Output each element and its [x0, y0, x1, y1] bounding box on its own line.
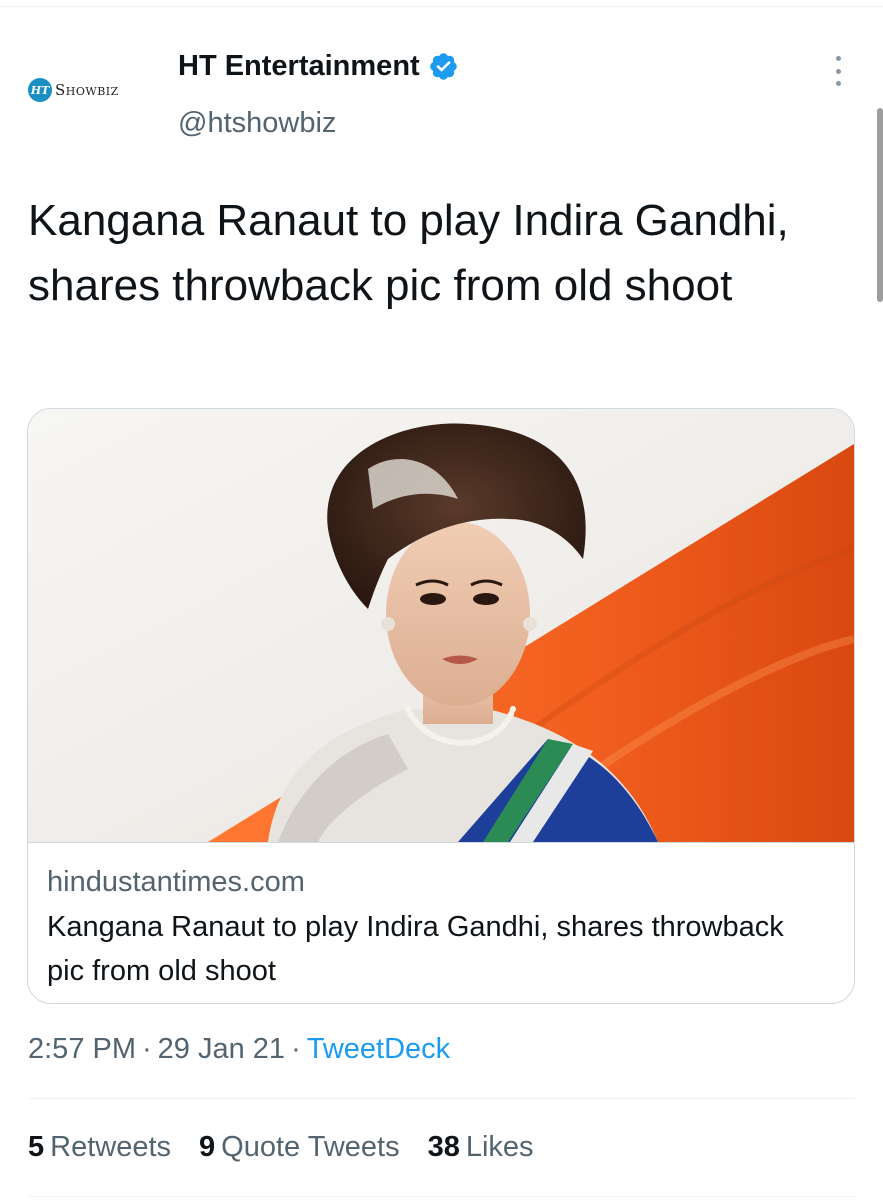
tweet-time[interactable]: 2:57 PM [28, 1033, 136, 1065]
ht-logo-icon: HT [28, 78, 52, 102]
more-dot [835, 56, 841, 61]
likes-count: 38 [427, 1131, 460, 1163]
card-image[interactable] [28, 409, 854, 843]
quote-tweets-count: 9 [199, 1131, 216, 1163]
tweet-text: Kangana Ranaut to play Indira Gandhi, sh… [28, 196, 789, 310]
quote-tweets-label: Quote Tweets [221, 1131, 400, 1163]
link-card[interactable]: hindustantimes.com Kangana Ranaut to pla… [27, 408, 855, 1004]
top-divider [0, 6, 883, 7]
retweets-label: Retweets [50, 1131, 172, 1163]
author-name-row[interactable]: HT Entertainment [178, 50, 459, 83]
avatar-brand-text: Showbiz [55, 81, 119, 99]
likes-stat[interactable]: 38 Likes [428, 1131, 534, 1164]
card-domain[interactable]: hindustantimes.com [47, 866, 305, 899]
tweet-source-link[interactable]: TweetDeck [307, 1033, 450, 1065]
avatar[interactable]: HT Showbiz [28, 60, 152, 120]
card-title[interactable]: Kangana Ranaut to play Indira Gandhi, sh… [47, 905, 827, 993]
tweet-date[interactable]: 29 Jan 21 [158, 1033, 285, 1065]
divider [28, 1098, 855, 1099]
author-name[interactable]: HT Entertainment [178, 50, 420, 83]
scrollbar-thumb[interactable] [877, 108, 883, 302]
quote-tweets-stat[interactable]: 9 Quote Tweets [199, 1131, 400, 1164]
retweets-count: 5 [28, 1131, 45, 1163]
author-handle[interactable]: @htshowbiz [178, 107, 336, 140]
divider [28, 1196, 855, 1197]
meta-separator: · [291, 1033, 301, 1065]
likes-label: Likes [465, 1131, 534, 1163]
retweets-stat[interactable]: 5 Retweets [28, 1131, 171, 1164]
more-options-icon[interactable] [826, 56, 850, 86]
portrait-illustration [28, 409, 854, 842]
verified-badge-icon [428, 51, 459, 82]
tweet-meta: 2:57 PM · 29 Jan 21 · TweetDeck [28, 1033, 450, 1066]
meta-separator: · [142, 1033, 152, 1065]
more-dot [835, 68, 841, 74]
tweet-stats: 5 Retweets 9 Quote Tweets 38 Likes [28, 1131, 534, 1164]
more-dot [835, 81, 841, 86]
